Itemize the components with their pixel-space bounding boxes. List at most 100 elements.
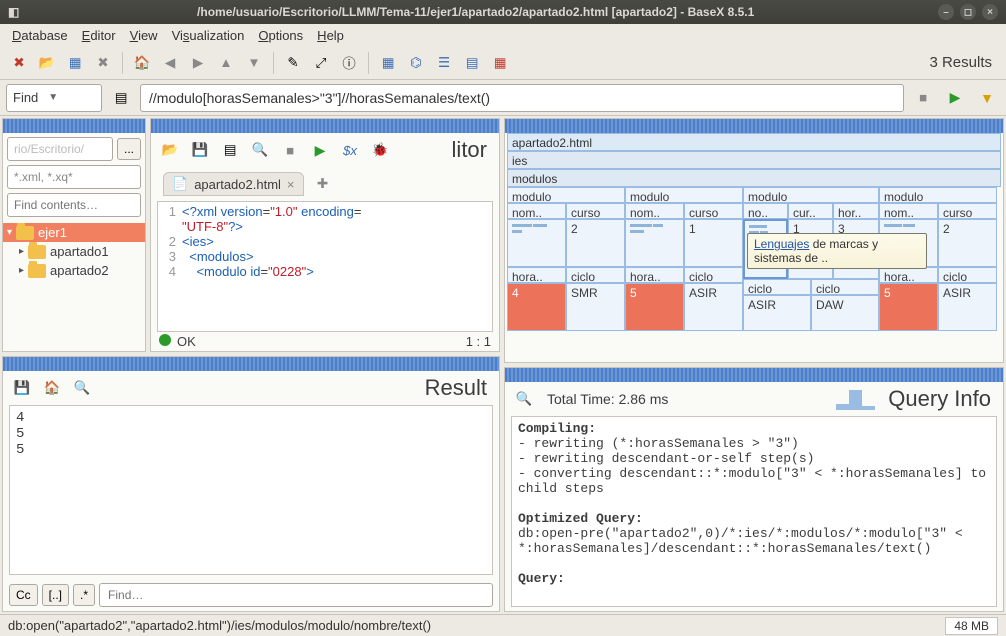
pane-grip[interactable] [3, 357, 499, 371]
new-db-icon[interactable]: ✖ [6, 50, 32, 76]
history-icon[interactable]: ▤ [108, 85, 134, 111]
case-button[interactable]: Cc [9, 584, 38, 606]
open-file-icon[interactable]: 📂 [157, 137, 183, 163]
tm-ciclo[interactable]: ciclo [684, 267, 743, 283]
run-icon[interactable]: ▶ [307, 137, 333, 163]
search-mode-combo[interactable]: Find ▼ [6, 84, 102, 112]
pane-grip[interactable] [151, 119, 499, 133]
tm-ciclo[interactable]: ciclo [938, 267, 997, 283]
var-icon[interactable]: $x [337, 137, 363, 163]
add-tab-icon[interactable]: ✚ [310, 171, 336, 197]
search-icon[interactable]: 🔍 [511, 386, 537, 412]
tm-hora[interactable]: hora.. [625, 267, 684, 283]
query-info-body[interactable]: Compiling:- rewriting (*:horasSemanales … [511, 416, 997, 607]
tm-modulo[interactable]: modulo [879, 187, 997, 203]
tm-ciclo[interactable]: ciclo [743, 279, 811, 295]
view-tree-icon[interactable]: ⌬ [403, 50, 429, 76]
tm-curso[interactable]: curso [684, 203, 743, 219]
up-icon[interactable]: ▲ [213, 50, 239, 76]
tm-modulo[interactable]: modulo [507, 187, 625, 203]
menu-database[interactable]: Database [6, 26, 74, 45]
info-icon[interactable]: ⓘ [336, 50, 362, 76]
edit-icon[interactable]: ✎ [280, 50, 306, 76]
tm-cicloval[interactable]: ASIR [938, 283, 997, 331]
expand-icon[interactable]: ⤢ [308, 50, 334, 76]
find-input[interactable] [99, 583, 493, 607]
menu-help[interactable]: Help [311, 26, 350, 45]
tm-hora[interactable]: hora.. [879, 267, 938, 283]
tm-nomval[interactable] [507, 219, 566, 267]
pane-grip[interactable] [505, 119, 1003, 133]
tm-modulo[interactable]: modulo [625, 187, 743, 203]
grid-icon[interactable]: ▦ [62, 50, 88, 76]
tm-curso[interactable]: curso [566, 203, 625, 219]
history-icon[interactable]: ▤ [217, 137, 243, 163]
close-button[interactable]: × [982, 4, 998, 20]
view-plot-icon[interactable]: ▤ [459, 50, 485, 76]
forward-icon[interactable]: ▶ [185, 50, 211, 76]
debug-icon[interactable]: 🐞 [367, 137, 393, 163]
close-tab-icon[interactable]: × [287, 177, 295, 192]
tm-cursoval[interactable]: 2 [566, 219, 625, 267]
menu-view[interactable]: View [124, 26, 164, 45]
tm-nom[interactable]: nom.. [507, 203, 566, 219]
maximize-button[interactable]: ◻ [960, 4, 976, 20]
tm-root[interactable]: apartado2.html [507, 133, 1001, 151]
pane-grip[interactable] [3, 119, 145, 133]
tm-cursoval[interactable]: 1 [684, 219, 743, 267]
menu-visualization[interactable]: Visualization [166, 26, 251, 45]
tm-ciclo[interactable]: ciclo [566, 267, 625, 283]
tm-hora[interactable]: hora.. [507, 267, 566, 283]
tm-modulo[interactable]: modulo [743, 187, 879, 203]
folder-apartado1[interactable]: ▸ apartado1 [3, 242, 145, 261]
tm-cicloval[interactable]: ASIR [684, 283, 743, 331]
result-body[interactable]: 4 5 5 [9, 405, 493, 575]
view-table-icon[interactable]: ▦ [375, 50, 401, 76]
run-icon[interactable]: ▶ [942, 85, 968, 111]
tm-cursoval[interactable]: 2 [938, 219, 997, 267]
tm-cicloval[interactable]: SMR [566, 283, 625, 331]
home-icon[interactable]: 🏠 [129, 50, 155, 76]
tm-nomval[interactable] [625, 219, 684, 267]
tm-no[interactable]: no.. [743, 203, 788, 219]
back-icon[interactable]: ◀ [157, 50, 183, 76]
tm-nom[interactable]: nom.. [879, 203, 938, 219]
browse-button[interactable]: ... [117, 138, 141, 160]
tm-cicloval[interactable]: DAW [811, 295, 879, 331]
tm-cur[interactable]: cur.. [788, 203, 833, 219]
view-list-icon[interactable]: ☰ [431, 50, 457, 76]
code-editor[interactable]: 1<?xml version="1.0" encoding="UTF-8"?>2… [157, 201, 493, 332]
save-result-icon[interactable]: 💾 [9, 375, 35, 401]
tm-modulos[interactable]: modulos [507, 169, 1001, 187]
tm-horaval[interactable]: 5 [879, 283, 938, 331]
search-icon[interactable]: 🔍 [247, 137, 273, 163]
query-input[interactable] [140, 84, 904, 112]
tm-horaval[interactable]: 5 [625, 283, 684, 331]
filter-input[interactable] [7, 165, 141, 189]
open-icon[interactable]: 📂 [34, 50, 60, 76]
home-result-icon[interactable]: 🏠 [39, 375, 65, 401]
folder-ejer1[interactable]: ▾ ejer1 [3, 223, 145, 242]
find-contents-input[interactable] [7, 193, 141, 217]
tm-hor[interactable]: hor.. [833, 203, 879, 219]
treemap-body[interactable]: apartado2.html ies modulos modulo nom.. … [507, 133, 1001, 360]
tm-nom[interactable]: nom.. [625, 203, 684, 219]
menu-options[interactable]: Options [252, 26, 309, 45]
minimize-button[interactable]: – [938, 4, 954, 20]
save-icon[interactable]: 💾 [187, 137, 213, 163]
regex-button[interactable]: .* [73, 584, 95, 606]
tm-horaval[interactable]: 4 [507, 283, 566, 331]
tm-ciclo[interactable]: ciclo [811, 279, 879, 295]
filter-icon[interactable]: ▼ [974, 85, 1000, 111]
tm-ies[interactable]: ies [507, 151, 1001, 169]
tm-curso[interactable]: curso [938, 203, 997, 219]
menu-editor[interactable]: Editor [76, 26, 122, 45]
path-input[interactable] [7, 137, 113, 161]
pane-grip[interactable] [505, 368, 1003, 382]
folder-apartado2[interactable]: ▸ apartado2 [3, 261, 145, 280]
stop-icon[interactable]: ■ [910, 85, 936, 111]
delete-icon[interactable]: ✖ [90, 50, 116, 76]
editor-tab[interactable]: 📄 apartado2.html × [163, 172, 304, 196]
down-icon[interactable]: ▼ [241, 50, 267, 76]
view-map-icon[interactable]: ▦ [487, 50, 513, 76]
